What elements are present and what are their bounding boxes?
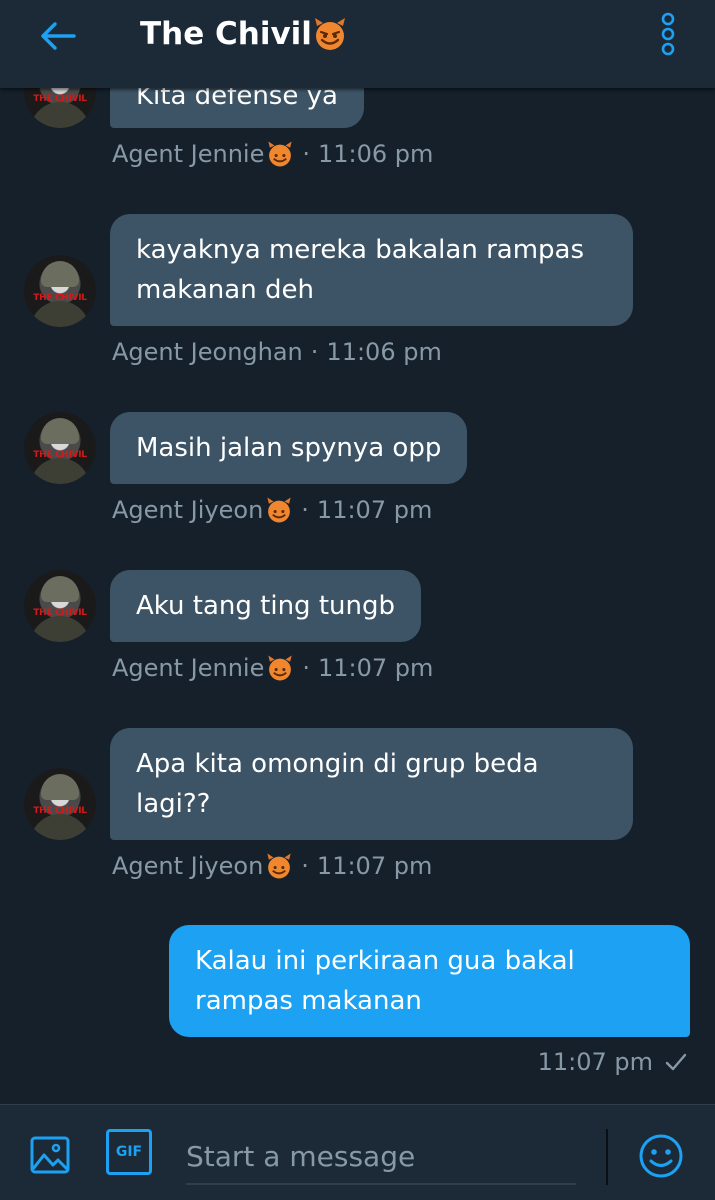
message-time: 11:07 pm bbox=[316, 852, 433, 880]
message-bubble[interactable]: Apa kita omongin di grup beda lagi?? bbox=[110, 728, 633, 840]
message-bubble-outgoing[interactable]: Kalau ini perkiraan gua bakal rampas mak… bbox=[169, 925, 690, 1037]
message-meta: Agent Jennie · 11:06 pm bbox=[112, 140, 434, 168]
checkmark-icon bbox=[665, 1053, 687, 1071]
message-sender: Agent Jiyeon bbox=[112, 852, 264, 880]
message-time: 11:07 pm bbox=[318, 654, 434, 682]
message-input[interactable] bbox=[186, 1129, 576, 1185]
smiling-devil-emoji bbox=[267, 497, 291, 523]
smiling-devil-emoji bbox=[268, 655, 293, 681]
message-bubble[interactable]: kayaknya mereka bakalan rampas makanan d… bbox=[110, 214, 633, 326]
composer-divider bbox=[606, 1129, 608, 1185]
conversation-header: The Chivil bbox=[0, 0, 715, 88]
emoji-button[interactable] bbox=[636, 1131, 686, 1181]
back-button[interactable] bbox=[36, 16, 80, 56]
message-sender: Agent Jiyeon bbox=[112, 496, 264, 524]
avatar-text: THE CHIVIL bbox=[33, 806, 87, 816]
avatar[interactable]: THE CHIVIL bbox=[24, 570, 96, 642]
message-text: Apa kita omongin di grup beda lagi?? bbox=[136, 749, 539, 819]
overflow-menu-button[interactable] bbox=[648, 10, 688, 58]
message-composer: GIF bbox=[0, 1104, 715, 1200]
smiling-devil-emoji bbox=[268, 141, 293, 167]
avatar-text: THE CHIVIL bbox=[33, 450, 87, 460]
arrow-left-icon bbox=[41, 22, 76, 50]
message-sender: Agent Jeonghan bbox=[112, 338, 303, 366]
avatar-text: THE CHIVIL bbox=[33, 293, 87, 303]
conversation-title-text: The Chivil bbox=[140, 16, 312, 52]
message-text: Kalau ini perkiraan gua bakal rampas mak… bbox=[195, 946, 575, 1016]
message-meta: 11:07 pm bbox=[538, 1048, 687, 1076]
message-meta: Agent Jeonghan · 11:06 pm bbox=[112, 338, 442, 366]
message-text: kayaknya mereka bakalan rampas makanan d… bbox=[136, 235, 585, 305]
message-bubble[interactable]: Masih jalan spynya opp bbox=[110, 412, 468, 484]
smiling-devil-emoji bbox=[314, 18, 345, 50]
message-time: 11:07 pm bbox=[316, 496, 433, 524]
avatar[interactable]: THE CHIVIL bbox=[24, 412, 96, 484]
message-sender: Agent Jennie bbox=[112, 140, 265, 168]
smiling-devil-emoji bbox=[267, 853, 291, 879]
message-text: Aku tang ting tungb bbox=[136, 591, 395, 621]
message-meta: Agent Jennie · 11:07 pm bbox=[112, 654, 434, 682]
add-gif-button[interactable]: GIF bbox=[106, 1129, 152, 1175]
avatar-text: THE CHIVIL bbox=[33, 94, 87, 104]
dm-conversation-screen: The Chivil THE CHIVIL Kita defense ya Ag… bbox=[0, 0, 715, 1200]
avatar[interactable]: THE CHIVIL bbox=[24, 768, 96, 840]
message-time: 11:07 pm bbox=[537, 1048, 653, 1076]
message-text: Masih jalan spynya opp bbox=[136, 433, 442, 463]
message-bubble[interactable]: Aku tang ting tungb bbox=[110, 570, 421, 642]
conversation-title[interactable]: The Chivil bbox=[140, 10, 348, 58]
message-sender: Agent Jennie bbox=[112, 654, 265, 682]
message-meta: Agent Jiyeon · 11:07 pm bbox=[112, 496, 433, 524]
image-icon bbox=[30, 1136, 70, 1174]
avatar[interactable]: THE CHIVIL bbox=[24, 255, 96, 327]
message-time: 11:06 pm bbox=[326, 338, 442, 366]
overflow-menu-icon bbox=[661, 12, 675, 56]
add-image-button[interactable] bbox=[24, 1129, 76, 1181]
gif-label: GIF bbox=[115, 1144, 143, 1160]
message-meta: Agent Jiyeon · 11:07 pm bbox=[112, 852, 433, 880]
message-time: 11:06 pm bbox=[318, 140, 434, 168]
emoji-smile-icon bbox=[639, 1134, 683, 1178]
avatar-text: THE CHIVIL bbox=[33, 608, 87, 618]
